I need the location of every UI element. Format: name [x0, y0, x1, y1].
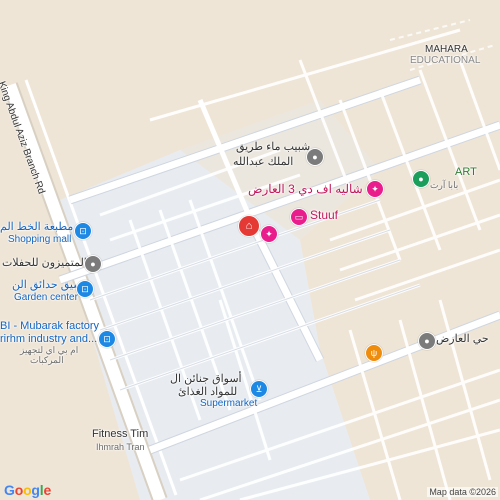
hotel-icon[interactable]: ✦ [366, 180, 384, 198]
poi-label-mubarak-2[interactable]: rirhm industry and... [0, 333, 97, 345]
poi-label-mubarak-ar-2[interactable]: المركبات [30, 355, 64, 366]
shopping-bag-icon[interactable]: ⊡ [76, 280, 94, 298]
poi-label-shopping-mall[interactable]: Shopping mall [8, 234, 71, 245]
poi-label-art-ar[interactable]: بابا آرت [430, 180, 458, 191]
poi-label-rabah[interactable]: Ihmrah Tran [96, 442, 145, 452]
poi-label-shop-ar[interactable]: شبيب ماء طريق [236, 140, 310, 153]
poi-label-chalet-ar[interactable]: شاليه اف دي 3 العارض [248, 182, 363, 196]
cart-icon[interactable]: ⊻ [250, 380, 268, 398]
poi-label-art[interactable]: ART [455, 166, 477, 178]
poi-label-market-ar[interactable]: أسواق جنائن ال [170, 372, 242, 385]
poi-label-printing-ar[interactable]: مطبعة الخط الم [0, 220, 73, 233]
map-canvas[interactable]: MAHARA EDUCATIONAL King Abdul Aziz Branc… [0, 0, 500, 500]
poi-label-stuuf[interactable]: Stuuf [310, 208, 338, 222]
shopping-bag-icon[interactable]: ⊡ [74, 222, 92, 240]
landmark-icon[interactable]: ● [418, 332, 436, 350]
poi-label-garden-center[interactable]: Garden center [14, 292, 78, 303]
poi-label-fitness[interactable]: Fitness Tim [92, 428, 148, 440]
landmark-icon[interactable]: ● [84, 255, 102, 273]
poi-label-market-ar-2[interactable]: للمواد الغذائ [178, 385, 237, 398]
maharah-label-2[interactable]: EDUCATIONAL [410, 55, 480, 66]
poi-label-shop-ar-2[interactable]: الملك عبدالله [233, 155, 293, 168]
cafe-icon[interactable]: ▭ [290, 208, 308, 226]
poi-label-mubarak[interactable]: BI - Mubarak factory [0, 320, 99, 332]
art-icon[interactable]: ● [412, 170, 430, 188]
google-logo: Google [4, 482, 52, 498]
shopping-bag-icon[interactable]: ⊡ [98, 330, 116, 348]
map-attribution[interactable]: Map data ©2026 [427, 487, 498, 497]
home-icon[interactable]: ⌂ [238, 215, 260, 237]
district-label-ar: حي العارض [436, 333, 489, 345]
restaurant-icon[interactable]: ψ [365, 344, 383, 362]
poi-label-supermarket[interactable]: Supermarket [200, 398, 257, 409]
road-network [0, 0, 500, 500]
poi-label-events-ar[interactable]: المتميزون للحفلات [2, 256, 87, 269]
maharah-label[interactable]: MAHARA [425, 44, 468, 55]
hotel-icon[interactable]: ✦ [260, 225, 278, 243]
